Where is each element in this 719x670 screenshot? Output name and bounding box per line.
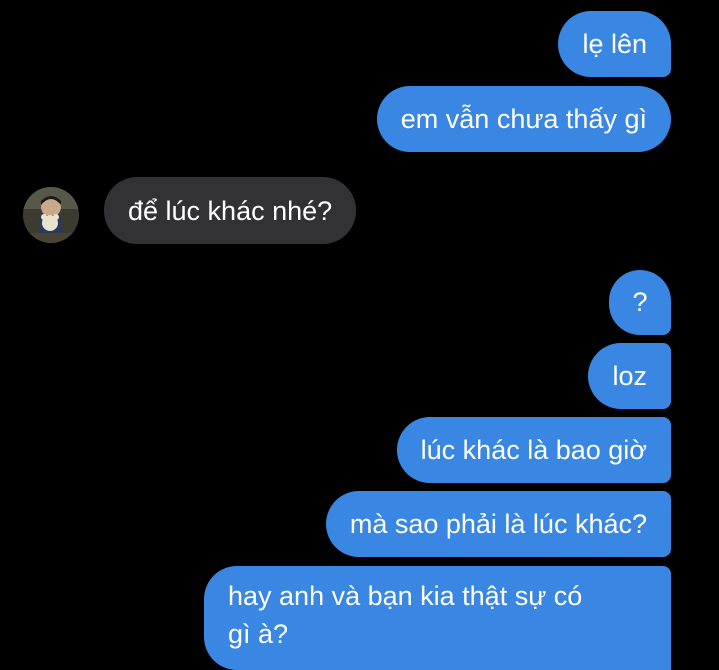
contact-avatar-photo-icon [23,187,79,243]
outgoing-message-bubble[interactable]: ? [609,270,671,335]
incoming-message-bubble[interactable]: để lúc khác nhé? [104,177,357,244]
outgoing-message-bubble[interactable]: lúc khác là bao giờ [396,417,671,483]
message-thread[interactable]: lẹ lên em vẫn chưa thấy gì để lúc khác n… [0,0,719,670]
outgoing-message-bubble[interactable]: lẹ lên [558,11,671,77]
outgoing-message-bubble[interactable]: loz [588,343,671,409]
outgoing-message-bubble[interactable]: mà sao phải là lúc khác? [325,491,671,557]
outgoing-message-bubble[interactable]: em vẫn chưa thấy gì [376,86,671,152]
outgoing-message-bubble[interactable]: hay anh và bạn kia thật sự có gì à? [204,566,671,670]
contact-avatar[interactable] [23,187,79,243]
